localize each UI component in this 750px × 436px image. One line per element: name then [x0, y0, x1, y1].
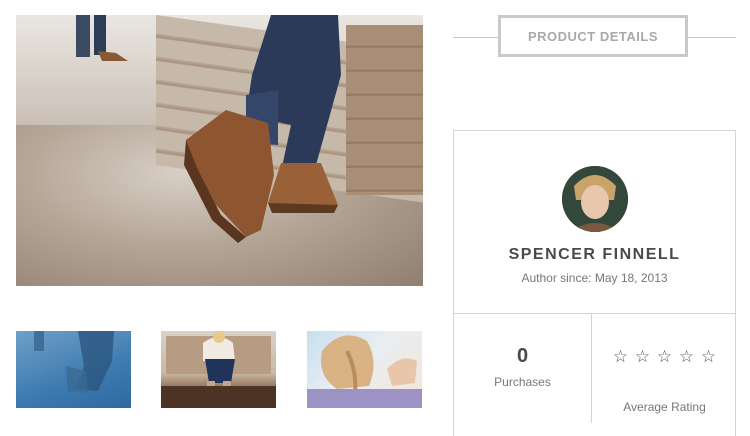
main-product-image[interactable] [16, 15, 423, 286]
rating-stars[interactable]: ☆ ☆ ☆ ☆ ☆ [592, 347, 737, 367]
thumbnail-3[interactable] [307, 331, 422, 408]
boots-illustration [76, 15, 341, 243]
star-icon[interactable]: ☆ [654, 347, 676, 367]
author-since: Author since: May 18, 2013 [521, 271, 668, 285]
thumbnail-2[interactable] [161, 331, 276, 408]
thumbnail-1-art [34, 331, 114, 393]
stats-divider [454, 313, 735, 314]
star-icon[interactable]: ☆ [676, 347, 698, 367]
purchases-label: Purchases [494, 375, 551, 389]
author-name[interactable]: SPENCER FINNELL [454, 246, 735, 264]
star-icon[interactable]: ☆ [698, 347, 720, 367]
avatar-art [562, 166, 628, 232]
avatar-icon[interactable] [562, 166, 628, 232]
author-card: SPENCER FINNELL Author since: May 18, 20… [453, 130, 736, 436]
thumbnail-1[interactable] [16, 331, 131, 408]
average-rating-label: Average Rating [623, 400, 706, 414]
thumbnail-3-art [307, 335, 422, 408]
purchases-count: 0 [516, 345, 529, 367]
star-icon[interactable]: ☆ [610, 347, 632, 367]
product-details-tab[interactable]: PRODUCT DETAILS [498, 15, 688, 57]
tab-divider-right [688, 37, 736, 38]
star-icon[interactable]: ☆ [632, 347, 654, 367]
thumbnail-2-art [161, 331, 276, 408]
tab-divider-left [453, 37, 498, 38]
